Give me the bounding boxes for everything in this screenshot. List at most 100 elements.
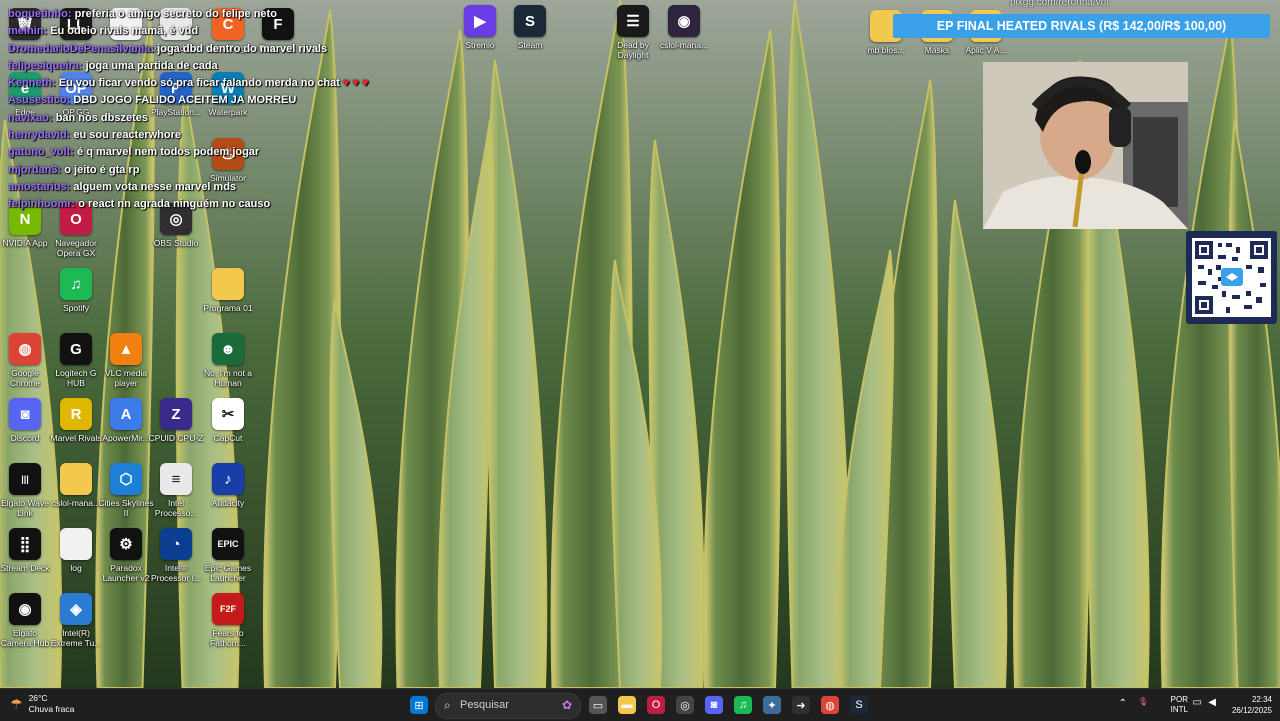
icon-discord[interactable]: ◙ Discord: [0, 398, 53, 443]
clock-date: 26/12/2025: [1231, 706, 1272, 715]
icon-label: Elgato Wave Link: [1, 498, 49, 518]
icon-apowermirror[interactable]: A ApowerMir...: [98, 398, 154, 443]
chat-username: DromedarioDePenasilvania:: [8, 42, 155, 55]
chat-username: gatuno_volt:: [8, 146, 74, 159]
lang-indicator[interactable]: POR INTL: [1171, 695, 1188, 715]
icon-label: Steam: [517, 40, 543, 50]
icon-cslol-3[interactable]: cslol-mana...: [48, 463, 104, 508]
taskbar-obs[interactable]: ◎: [676, 696, 694, 714]
chat-message: henrydavid: eu sou reacterwhore: [8, 127, 448, 144]
icon-nothuman[interactable]: ☻ No, I'm not a Human: [200, 333, 256, 388]
streamdeck-icon: ⣿: [9, 528, 41, 560]
chat-text: joga uma partida de cada: [82, 59, 218, 72]
taskbar-spotify[interactable]: ♫: [734, 696, 752, 714]
icon-intelproc[interactable]: ≡ Intel Processo...: [148, 463, 204, 518]
taskbar-opera[interactable]: O: [647, 696, 665, 714]
taskbar-discord[interactable]: ◙: [705, 696, 723, 714]
taskbar-start[interactable]: ⊞: [410, 696, 428, 714]
icon-paradox[interactable]: ⚙ Paradox Launcher v2: [98, 528, 154, 583]
icon-streamdeck[interactable]: ⣿ Stream Deck: [0, 528, 53, 573]
taskbar-app[interactable]: ✦: [763, 696, 781, 714]
icon-label: NVIDIA App: [2, 238, 48, 248]
clock[interactable]: 22:34 26/12/2025: [1232, 694, 1272, 716]
icon-elgatocam[interactable]: ◉ Elgato Camera Hub: [0, 593, 53, 648]
chat-text: ban nos dbszetes: [52, 111, 148, 124]
chat-text: eu sou reacterwhore: [70, 129, 182, 142]
icon-epic[interactable]: EPIC Epic Games Launcher: [200, 528, 256, 583]
taskbar-app2[interactable]: ➜: [792, 696, 810, 714]
taskbar-explorer[interactable]: ▬: [618, 696, 636, 714]
icon-cslol-2[interactable]: ◉ cslol-mana...: [656, 5, 712, 50]
icon-marvel[interactable]: R Marvel Rivals: [48, 398, 104, 443]
taskbar-taskview[interactable]: ▭: [589, 696, 607, 714]
icon-dbd[interactable]: ☰ Dead by Daylight: [605, 5, 661, 60]
icon-programa[interactable]: Programa 01: [200, 268, 256, 313]
chat-message: Asusestico: DBD JOGO FALIDO ACEITEM JA M…: [8, 92, 448, 109]
chat-text: DBD JOGO FALIDO ACEITEM JA MORREU: [70, 94, 297, 107]
taskbar-chrome[interactable]: ◍: [821, 696, 839, 714]
icon-steam[interactable]: S Steam: [502, 5, 558, 50]
icon-fears[interactable]: F2F Fears to Fathom...: [200, 593, 256, 648]
vlc-icon: ▲: [110, 333, 142, 365]
search-box[interactable]: ⌕ Pesquisar ✿: [435, 693, 581, 719]
intel-icon: ◔: [160, 528, 192, 560]
document-icon: ≡: [160, 463, 192, 495]
icon-label: VLC media player: [104, 368, 148, 388]
icon-label: Aplic V A...: [965, 45, 1007, 55]
taskbar-steam[interactable]: S: [850, 696, 868, 714]
icon-label: Intel Processo...: [154, 498, 198, 518]
network-icon[interactable]: ▭: [1193, 697, 1202, 708]
volume-icon[interactable]: ◀: [1208, 697, 1216, 708]
obs-icon: ◎: [680, 699, 690, 712]
chat-username: Asusestico:: [8, 94, 71, 107]
icon-label: Discord: [10, 433, 40, 443]
taskbar: ☂ 26°C Chuva fraca ⌕ Pesquisar ✿ ⊞ ▭ ▬ O ◎ ◙ ♫…: [0, 688, 1280, 721]
icon-capcut[interactable]: ✂ CapCut: [200, 398, 256, 443]
icon-chrome[interactable]: ◍ Google Chrome: [0, 333, 53, 388]
weather-icon: ☂: [10, 695, 23, 712]
icon-label: Masks: [924, 45, 950, 55]
icon-elgato[interactable]: ||| Elgato Wave Link: [0, 463, 53, 518]
chevron-up-icon[interactable]: ⌃: [1119, 698, 1127, 709]
f2f-icon: F2F: [212, 593, 244, 625]
chat-username: felpinhoomr:: [8, 198, 76, 211]
chat-username: melnin:: [8, 25, 48, 38]
chrome-icon: ◍: [825, 699, 835, 712]
icon-label: Fears to Fathom...: [210, 628, 246, 648]
microphone-icon[interactable]: 🎙: [1138, 697, 1148, 706]
operagx-icon: O: [651, 699, 661, 711]
chat-message: amostarius: alguem vota nesse marvel mds: [8, 179, 448, 196]
chat-text: o jeito é gta rp: [61, 163, 140, 176]
heart-emotes: ♥ ♥ ♥: [339, 77, 369, 90]
icon-stremio[interactable]: ▶ Stremio: [452, 5, 508, 50]
weather-widget[interactable]: ☂ 26°C Chuva fraca: [10, 693, 74, 715]
icon-intelext[interactable]: ◈ Intel(R) Extreme Tu...: [48, 593, 104, 648]
icon-logitechhub[interactable]: G Logitech G HUB: [48, 333, 104, 388]
spotify-icon: ♫: [738, 699, 748, 711]
icon-spotify[interactable]: ♫ Spotify: [48, 268, 104, 313]
icon-label: log: [70, 563, 82, 573]
icon-audacity[interactable]: ♪ Audacity: [200, 463, 256, 508]
icon-vlc[interactable]: ▲ VLC media player: [98, 333, 154, 388]
audacity-icon: ♪: [212, 463, 244, 495]
icon-label: Audacity: [211, 498, 245, 508]
steam-icon: S: [855, 699, 863, 711]
chat-message: felipesiqueira: joga uma partida de cada: [8, 58, 448, 75]
icon-label: OBS Studio: [153, 238, 199, 248]
icon-cities[interactable]: ⬡ Cities Skylines II: [98, 463, 154, 518]
folder-icon: [212, 268, 244, 300]
windows-icon: ⊞: [414, 699, 424, 712]
donation-url: pixgg.com/reronna/vot: [1010, 0, 1109, 8]
chat-text: alguem vota nesse marvel mds: [70, 180, 237, 193]
anime-icon: ◉: [668, 5, 700, 37]
icon-label: Google Chrome: [9, 368, 41, 388]
icon-label: ApowerMir...: [102, 433, 150, 443]
icon-cpuz[interactable]: Z CPUID CPU-Z: [148, 398, 204, 443]
epic-icon: EPIC: [212, 528, 244, 560]
marvel-icon: R: [60, 398, 92, 430]
spotify-icon: ♫: [60, 268, 92, 300]
icon-log[interactable]: log: [48, 528, 104, 573]
chat-text: joga dbd dentro do marvel rivals: [154, 42, 328, 55]
icon-label: Cities Skylines II: [98, 498, 154, 518]
icon-intelpi[interactable]: ◔ Intel® Processor I...: [148, 528, 204, 583]
